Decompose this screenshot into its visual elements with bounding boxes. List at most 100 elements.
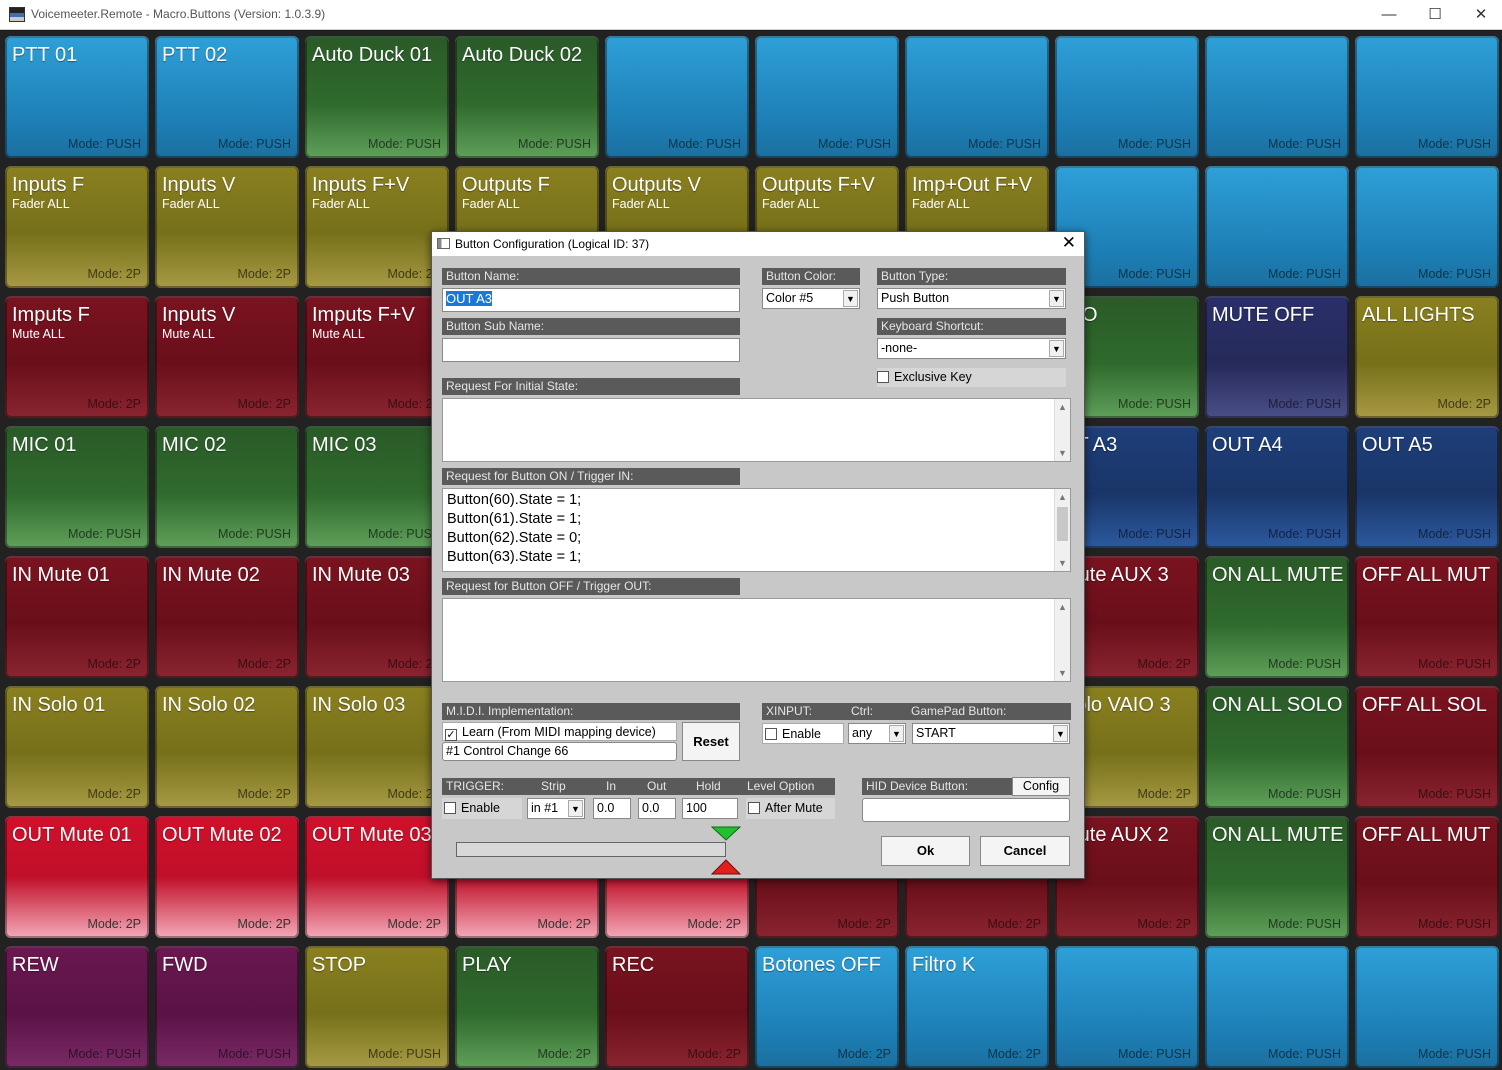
macro-button[interactable]: OUT Mute 01 Mode: 2P [5, 816, 149, 938]
macro-button[interactable]: Mode: PUSH [1355, 36, 1499, 158]
macro-button[interactable]: OFF ALL SOL Mode: PUSH [1355, 686, 1499, 808]
ok-button[interactable]: Ok [881, 836, 970, 866]
hid-device-field[interactable] [862, 798, 1070, 822]
macro-button[interactable]: FWD Mode: PUSH [155, 946, 299, 1068]
macro-button[interactable]: Mode: PUSH [755, 36, 899, 158]
scroll-down-icon[interactable]: ▼ [1055, 555, 1070, 571]
macro-button-name: Imputs F+V [312, 304, 415, 326]
exclusive-key-checkbox[interactable]: Exclusive Key [877, 368, 1066, 387]
macro-button[interactable]: Mode: PUSH [1355, 946, 1499, 1068]
midi-learn-label: Learn (From MIDI mapping device) [462, 725, 656, 739]
hid-config-button[interactable]: Config [1012, 777, 1070, 796]
macro-button[interactable]: STOP Mode: PUSH [305, 946, 449, 1068]
macro-button[interactable]: Imputs F Mute ALL Mode: 2P [5, 296, 149, 418]
scroll-up-icon[interactable]: ▲ [1055, 489, 1070, 505]
macro-button[interactable]: IN Solo 02 Mode: 2P [155, 686, 299, 808]
macro-button[interactable]: Mode: PUSH [905, 36, 1049, 158]
hold-field[interactable]: 100 [682, 798, 738, 819]
macro-button[interactable]: IN Mute 01 Mode: 2P [5, 556, 149, 678]
trigger-enable-checkbox[interactable]: Enable [442, 798, 522, 819]
macro-button[interactable]: Inputs F Fader ALL Mode: 2P [5, 166, 149, 288]
chevron-down-icon: ▼ [1049, 290, 1064, 307]
macro-button[interactable]: Inputs F+V Fader ALL Mode: 2P [305, 166, 449, 288]
macro-button[interactable]: Imputs F+V Mute ALL Mode: 2P [305, 296, 449, 418]
maximize-button[interactable]: ☐ [1412, 0, 1458, 30]
macro-button[interactable]: Mode: PUSH [1205, 946, 1349, 1068]
macro-button[interactable]: REW Mode: PUSH [5, 946, 149, 1068]
trigger-in-textarea[interactable]: Button(60).State = 1; Button(61).State =… [442, 488, 1071, 572]
ctrl-select[interactable]: any ▼ [848, 723, 906, 744]
minimize-button[interactable]: — [1366, 0, 1412, 30]
reset-button[interactable]: Reset [682, 722, 740, 761]
macro-button[interactable]: ALL LIGHTS Mode: 2P [1355, 296, 1499, 418]
cancel-button[interactable]: Cancel [980, 836, 1070, 866]
macro-button-name: Inputs F+V [312, 174, 410, 196]
scroll-down-icon[interactable]: ▼ [1055, 665, 1070, 681]
macro-button[interactable]: OUT A4 Mode: PUSH [1205, 426, 1349, 548]
macro-button[interactable]: MIC 02 Mode: PUSH [155, 426, 299, 548]
trigger-in-scrollbar[interactable]: ▲ ▼ [1054, 489, 1070, 571]
macro-button-name: Imputs F [12, 304, 90, 326]
initial-state-scrollbar[interactable]: ▲ ▼ [1054, 399, 1070, 461]
macro-button[interactable]: Mode: PUSH [1055, 946, 1199, 1068]
button-name-input[interactable]: OUT A3 [442, 288, 740, 312]
gamepad-select[interactable]: START ▼ [912, 723, 1070, 744]
midi-value-field[interactable]: #1 Control Change 66 [442, 742, 677, 761]
macro-button-name: OUT Mute 03 [312, 824, 432, 846]
level-threshold-markers[interactable] [711, 826, 741, 876]
macro-button[interactable]: OFF ALL MUT Mode: PUSH [1355, 556, 1499, 678]
macro-button[interactable]: ON ALL SOLO Mode: PUSH [1205, 686, 1349, 808]
in-field[interactable]: 0.0 [593, 798, 631, 819]
macro-button[interactable]: IN Solo 01 Mode: 2P [5, 686, 149, 808]
threshold-in-marker-icon [711, 826, 741, 841]
xinput-enable-checkbox[interactable]: Enable [762, 723, 844, 744]
macro-button[interactable]: Botones OFF Mode: 2P [755, 946, 899, 1068]
scroll-up-icon[interactable]: ▲ [1055, 399, 1070, 415]
after-mute-checkbox[interactable]: After Mute [746, 798, 835, 819]
initial-state-textarea[interactable]: ▲ ▼ [442, 398, 1071, 462]
midi-learn-checkbox[interactable]: ✓ Learn (From MIDI mapping device) [442, 722, 677, 741]
button-type-select[interactable]: Push Button ▼ [877, 288, 1066, 309]
macro-button-mode: Mode: 2P [237, 787, 291, 801]
macro-button[interactable]: OUT A5 Mode: PUSH [1355, 426, 1499, 548]
macro-button[interactable]: Mode: PUSH [1055, 36, 1199, 158]
macro-button[interactable]: PTT 02 Mode: PUSH [155, 36, 299, 158]
macro-button[interactable]: Inputs V Fader ALL Mode: 2P [155, 166, 299, 288]
scroll-down-icon[interactable]: ▼ [1055, 445, 1070, 461]
keyboard-shortcut-select[interactable]: -none- ▼ [877, 338, 1066, 359]
macro-button[interactable]: REC Mode: 2P [605, 946, 749, 1068]
scroll-thumb[interactable] [1057, 507, 1068, 541]
macro-button[interactable]: PLAY Mode: 2P [455, 946, 599, 1068]
button-sub-name-input[interactable] [442, 338, 740, 362]
macro-button[interactable]: Auto Duck 02 Mode: PUSH [455, 36, 599, 158]
macro-button[interactable]: Mode: PUSH [1355, 166, 1499, 288]
macro-button[interactable]: OUT Mute 02 Mode: 2P [155, 816, 299, 938]
close-button[interactable]: ✕ [1458, 0, 1502, 30]
out-field[interactable]: 0.0 [638, 798, 676, 819]
macro-button[interactable]: Mode: PUSH [605, 36, 749, 158]
strip-select[interactable]: in #1 ▼ [527, 798, 585, 819]
trigger-out-scrollbar[interactable]: ▲ ▼ [1054, 599, 1070, 681]
macro-button[interactable]: Mode: PUSH [1205, 36, 1349, 158]
macro-button[interactable]: MIC 03 Mode: PUSH [305, 426, 449, 548]
macro-button[interactable]: Filtro K Mode: 2P [905, 946, 1049, 1068]
macro-button[interactable]: Mode: PUSH [1205, 166, 1349, 288]
macro-button[interactable]: Auto Duck 01 Mode: PUSH [305, 36, 449, 158]
scroll-up-icon[interactable]: ▲ [1055, 599, 1070, 615]
macro-button[interactable]: MUTE OFF Mode: PUSH [1205, 296, 1349, 418]
gamepad-value: START [916, 726, 956, 740]
button-color-select[interactable]: Color #5 ▼ [762, 288, 860, 309]
macro-button[interactable]: Inputs V Mute ALL Mode: 2P [155, 296, 299, 418]
macro-button[interactable]: ON ALL MUTE Mode: PUSH [1205, 816, 1349, 938]
trigger-out-textarea[interactable]: ▲ ▼ [442, 598, 1071, 682]
macro-button[interactable]: IN Solo 03 Mode: 2P [305, 686, 449, 808]
macro-button[interactable]: OUT Mute 03 Mode: 2P [305, 816, 449, 938]
macro-button[interactable]: ON ALL MUTE Mode: PUSH [1205, 556, 1349, 678]
macro-button[interactable]: PTT 01 Mode: PUSH [5, 36, 149, 158]
macro-button[interactable]: IN Mute 03 Mode: 2P [305, 556, 449, 678]
macro-button-mode: Mode: 2P [1137, 657, 1191, 671]
dialog-close-button[interactable]: ✕ [1062, 233, 1076, 253]
macro-button[interactable]: OFF ALL MUT Mode: PUSH [1355, 816, 1499, 938]
macro-button[interactable]: IN Mute 02 Mode: 2P [155, 556, 299, 678]
macro-button[interactable]: MIC 01 Mode: PUSH [5, 426, 149, 548]
